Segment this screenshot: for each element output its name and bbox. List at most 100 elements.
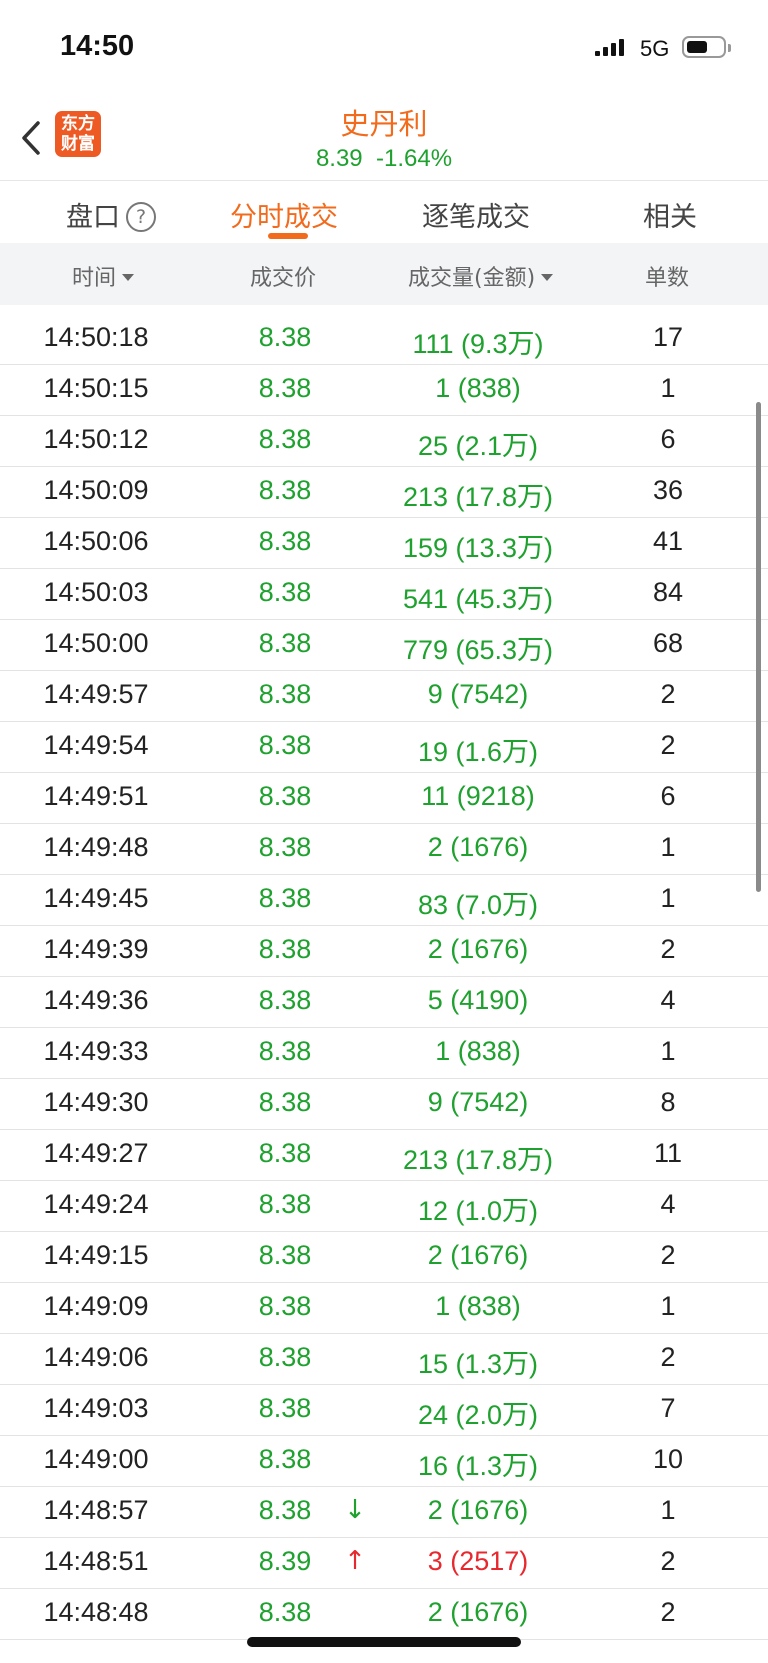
sort-caret-icon	[541, 274, 554, 281]
trade-time: 14:50:03	[43, 577, 149, 607]
network-type: 5G	[640, 36, 670, 61]
trade-time: 14:49:27	[43, 1138, 149, 1168]
trade-count: 68	[652, 628, 684, 658]
trade-time: 14:49:51	[43, 781, 149, 811]
trade-price: 8.38	[258, 1393, 312, 1423]
trade-volume: 9 (7542)	[427, 679, 529, 709]
trade-count: 11	[653, 1138, 683, 1168]
trade-price: 8.38	[258, 1189, 312, 1219]
trade-time: 14:48:48	[43, 1597, 149, 1627]
trade-time: 14:50:12	[43, 424, 149, 454]
table-row: 14:48:57 8.38 ↓ 2 (1676) 1	[0, 1487, 768, 1538]
tab-label: 盘口	[66, 202, 120, 233]
trade-volume: 2 (1676)	[427, 934, 529, 964]
trade-price: 8.38	[258, 475, 312, 505]
tab-order-book[interactable]: 盘口?	[66, 195, 156, 234]
trade-time: 14:50:00	[43, 628, 149, 658]
trade-count: 17	[652, 322, 684, 352]
trade-count: 1	[660, 1291, 676, 1321]
table-row: 14:49:33 8.38 1 (838) 1	[0, 1028, 768, 1079]
trade-time: 14:50:15	[43, 373, 149, 403]
trade-volume: 779 (65.3万)	[402, 635, 554, 665]
trade-list[interactable]: 14:50:18 8.38 111 (9.3万) 17 14:50:15 8.38 1 (8…	[0, 314, 768, 1640]
trade-time: 14:49:57	[43, 679, 149, 709]
table-row: 14:49:51 8.38 11 (9218) 6	[0, 773, 768, 824]
trade-price: 8.38	[258, 985, 312, 1015]
col-volume-header[interactable]: 成交量(金额)	[408, 260, 554, 292]
trade-price: 8.38	[258, 526, 312, 556]
trade-time: 14:48:57	[43, 1495, 149, 1525]
trade-volume: 83 (7.0万)	[417, 890, 539, 920]
trade-count: 2	[660, 1240, 676, 1270]
trade-count: 41	[652, 526, 684, 556]
trade-count: 8	[660, 1087, 676, 1117]
trade-time: 14:49:45	[43, 883, 149, 913]
table-row: 14:49:54 8.38 19 (1.6万) 2	[0, 722, 768, 773]
trade-time: 14:50:18	[43, 322, 149, 352]
battery-icon	[682, 36, 731, 58]
trade-count: 1	[660, 883, 676, 913]
trade-time: 14:49:06	[43, 1342, 149, 1372]
trade-volume: 3 (2517)	[427, 1546, 529, 1576]
scrollbar[interactable]	[756, 402, 761, 892]
trade-price: 8.38	[258, 424, 312, 454]
tab-related[interactable]: 相关	[643, 195, 697, 234]
trade-count: 10	[652, 1444, 684, 1474]
tab-bar: 盘口? 分时成交 逐笔成交 相关	[0, 181, 768, 243]
trade-volume: 25 (2.1万)	[417, 431, 539, 461]
table-row: 14:48:48 8.38 2 (1676) 2	[0, 1589, 768, 1640]
trade-count: 4	[660, 985, 676, 1015]
trade-time: 14:49:00	[43, 1444, 149, 1474]
tab-minute-trades[interactable]: 分时成交	[230, 195, 338, 234]
trade-count: 1	[660, 1495, 676, 1525]
trade-time: 14:49:09	[43, 1291, 149, 1321]
trade-count: 1	[660, 373, 676, 403]
trade-count: 2	[660, 730, 676, 760]
table-row: 14:49:06 8.38 15 (1.3万) 2	[0, 1334, 768, 1385]
cellular-signal-icon	[595, 39, 624, 56]
trade-time: 14:49:24	[43, 1189, 149, 1219]
home-indicator[interactable]	[247, 1637, 521, 1647]
trade-price: 8.38	[258, 628, 312, 658]
trade-price: 8.38	[258, 883, 312, 913]
trade-volume: 213 (17.8万)	[402, 482, 554, 512]
stock-quote: 8.39 -1.64%	[0, 145, 768, 173]
trade-count: 36	[652, 475, 684, 505]
trade-time: 14:49:48	[43, 832, 149, 862]
trade-time: 14:49:33	[43, 1036, 149, 1066]
trade-volume: 11 (9218)	[421, 781, 535, 811]
table-row: 14:49:39 8.38 2 (1676) 2	[0, 926, 768, 977]
trade-time: 14:49:54	[43, 730, 149, 760]
trade-time: 14:49:39	[43, 934, 149, 964]
trade-count: 6	[660, 424, 676, 454]
trade-volume: 5 (4190)	[427, 985, 529, 1015]
help-icon[interactable]: ?	[126, 202, 156, 232]
trade-price: 8.38	[258, 373, 312, 403]
table-row: 14:49:27 8.38 213 (17.8万) 11	[0, 1130, 768, 1181]
trade-time: 14:50:06	[43, 526, 149, 556]
col-volume-label: 成交量(金额)	[408, 266, 536, 291]
table-row: 14:49:24 8.38 12 (1.0万) 4	[0, 1181, 768, 1232]
trade-price: 8.38	[258, 934, 312, 964]
trade-volume: 2 (1676)	[427, 1240, 529, 1270]
stock-change: -1.64%	[376, 145, 453, 172]
table-row: 14:49:48 8.38 2 (1676) 1	[0, 824, 768, 875]
trade-price: 8.38	[258, 1597, 312, 1627]
table-row: 14:50:12 8.38 25 (2.1万) 6	[0, 416, 768, 467]
trade-volume: 541 (45.3万)	[402, 584, 554, 614]
trade-volume: 16 (1.3万)	[417, 1451, 539, 1481]
trade-count: 2	[660, 934, 676, 964]
trade-volume: 24 (2.0万)	[417, 1400, 539, 1430]
table-row: 14:49:36 8.38 5 (4190) 4	[0, 977, 768, 1028]
trade-volume: 1 (838)	[435, 1291, 521, 1321]
tab-tick-trades[interactable]: 逐笔成交	[422, 195, 530, 234]
col-time-header[interactable]: 时间	[72, 260, 135, 292]
trade-count: 6	[660, 781, 676, 811]
table-row: 14:50:09 8.38 213 (17.8万) 36	[0, 467, 768, 518]
trade-count: 7	[660, 1393, 676, 1423]
table-row: 14:49:15 8.38 2 (1676) 2	[0, 1232, 768, 1283]
trade-price: 8.38	[258, 781, 312, 811]
active-tab-indicator	[268, 233, 308, 239]
col-price-header: 成交价	[250, 266, 317, 291]
trade-count: 84	[652, 577, 684, 607]
